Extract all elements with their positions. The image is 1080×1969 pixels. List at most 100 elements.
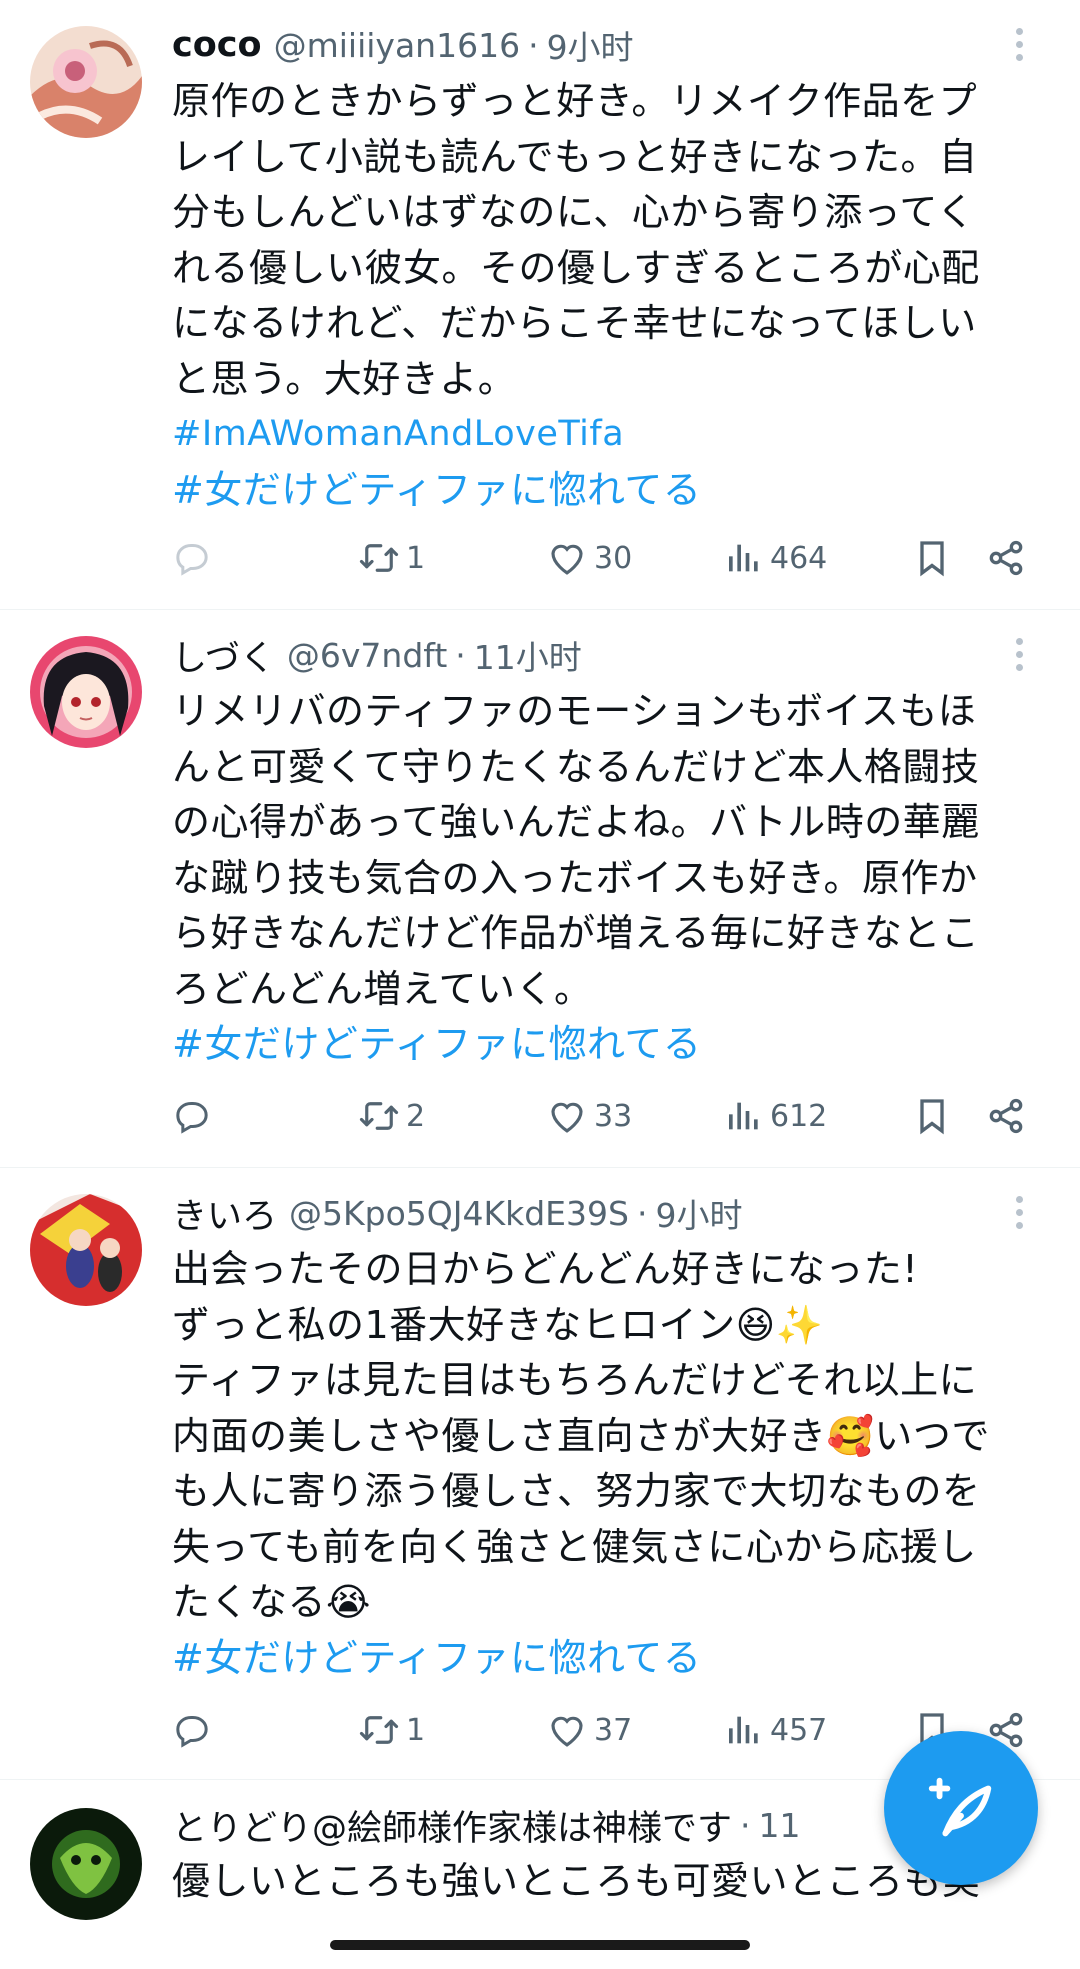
tweet-header: しづく @6v7ndft · 11小时 xyxy=(172,632,1032,679)
user-handle[interactable]: @5Kpo5QJ4KkdE39S xyxy=(289,1194,629,1233)
share-button[interactable] xyxy=(986,1096,1026,1136)
separator: · xyxy=(455,635,466,675)
avatar[interactable] xyxy=(30,1194,142,1306)
separator: · xyxy=(740,1805,751,1845)
like-count: 33 xyxy=(594,1098,633,1134)
share-button[interactable] xyxy=(986,538,1026,578)
share-icon xyxy=(989,1098,1023,1134)
share-icon xyxy=(989,540,1023,576)
tweet-text-line: んと可愛くて守りたくなるんだけど本人格闘技 xyxy=(172,744,980,789)
more-options-icon[interactable] xyxy=(1004,24,1034,64)
more-options-icon[interactable] xyxy=(1004,634,1034,674)
retweet-button[interactable]: 2 xyxy=(358,1095,425,1137)
tweet-text-line: リメリバのティファのモーションもボイスもほ xyxy=(172,689,977,733)
display-name[interactable]: しづく xyxy=(172,632,275,679)
tweet-text-line: ら好きなんだけど作品が増える毎に好きなとこ xyxy=(172,911,980,955)
tweet-text-line: な蹴り技も気合の入ったボイスも好き。原作か xyxy=(172,855,978,900)
views-icon xyxy=(729,1716,758,1744)
user-handle[interactable]: @6v7ndft xyxy=(287,636,447,675)
views-button[interactable]: 612 xyxy=(724,1096,827,1136)
heart-icon xyxy=(551,544,583,575)
tweet-text-line: も人に寄り添う優しさ、努力家で大切なものを xyxy=(172,1469,981,1513)
tweet-text-line: 失っても前を向く強さと健気さに心から応援し xyxy=(172,1524,977,1569)
view-count: 457 xyxy=(770,1712,828,1748)
timestamp[interactable]: 11小时 xyxy=(474,632,582,678)
separator: · xyxy=(528,25,539,65)
timestamp[interactable]: 11 xyxy=(759,1806,801,1845)
view-count: 464 xyxy=(770,540,828,576)
views-button[interactable]: 464 xyxy=(724,538,827,578)
tweet-text-line: れる優しい彼女。その優しすぎるところが心配 xyxy=(172,245,980,290)
compose-icon xyxy=(928,1777,992,1837)
tweet-text-line: ティファは見た目はもちろんだけどそれ以上に xyxy=(172,1358,978,1402)
retweet-button[interactable]: 1 xyxy=(358,537,425,579)
tweet[interactable]: きいろ @5Kpo5QJ4KkdE39S · 9小时 出会ったその日からどんどん… xyxy=(0,1168,1080,1780)
tweet-text-line: 原作のときからずっと好き。リメイク作品をプ xyxy=(172,79,978,123)
timestamp[interactable]: 9小时 xyxy=(655,1190,742,1236)
retweet-icon xyxy=(359,1716,399,1744)
compose-button[interactable] xyxy=(884,1731,1038,1885)
reply-icon xyxy=(176,1716,208,1748)
home-indicator[interactable] xyxy=(330,1940,750,1950)
retweet-icon xyxy=(359,1102,399,1130)
bookmark-icon xyxy=(920,1099,944,1135)
bookmark-icon xyxy=(920,541,944,577)
like-count: 37 xyxy=(594,1712,633,1748)
retweet-button[interactable]: 1 xyxy=(358,1709,425,1751)
tweet-header: coco @miiiiyan1616 · 9小时 xyxy=(172,22,1032,68)
tweet-actions: 1 30 464 xyxy=(172,528,1040,588)
like-count: 30 xyxy=(594,540,633,576)
reply-button[interactable] xyxy=(172,1710,218,1750)
retweet-count: 1 xyxy=(406,1712,426,1748)
views-button[interactable]: 457 xyxy=(724,1710,827,1750)
timestamp[interactable]: 9小时 xyxy=(547,22,634,68)
tweet-header: きいろ @5Kpo5QJ4KkdE39S · 9小时 xyxy=(172,1190,1032,1237)
separator: · xyxy=(636,1193,648,1233)
reply-icon xyxy=(176,1102,208,1134)
more-options-icon[interactable] xyxy=(1004,1192,1034,1232)
user-handle[interactable]: @miiiiyan1616 xyxy=(274,26,520,65)
retweet-count: 1 xyxy=(406,540,426,576)
tweet-text-line: の心得があって強いんだよね。バトル時の華麗 xyxy=(172,800,980,844)
tweet-text-line: たくなる😭 xyxy=(172,1580,371,1624)
reply-button[interactable] xyxy=(172,538,218,578)
like-button[interactable]: 30 xyxy=(546,537,632,579)
hashtag-link[interactable]: #女だけどティファに惚れてる xyxy=(172,1017,1032,1073)
bookmark-button[interactable] xyxy=(912,538,952,578)
heart-icon xyxy=(551,1102,583,1133)
tweet-text-line: 出会ったその日からどんどん好きになった! xyxy=(172,1247,919,1291)
like-button[interactable]: 37 xyxy=(546,1709,632,1751)
tweet-text-line: ずっと私の1番大好きなヒロイン😆✨ xyxy=(172,1302,824,1347)
views-icon xyxy=(729,544,758,572)
tweet-text-line: 分もしんどいはずなのに、心から寄り添ってく xyxy=(172,190,976,234)
heart-icon xyxy=(551,1716,583,1747)
timeline-feed: coco @miiiiyan1616 · 9小时 原作のときからずっと好き。リメ… xyxy=(0,0,1080,1969)
hashtag-link[interactable]: #女だけどティファに惚れてる xyxy=(172,1631,1032,1687)
tweet[interactable]: coco @miiiiyan1616 · 9小时 原作のときからずっと好き。リメ… xyxy=(0,0,1080,610)
reply-button[interactable] xyxy=(172,1096,218,1136)
tweet-actions: 2 33 612 xyxy=(172,1086,1040,1146)
tweet[interactable]: しづく @6v7ndft · 11小时 リメリバのティファのモーションもボイスも… xyxy=(0,610,1080,1168)
retweet-count: 2 xyxy=(406,1098,426,1134)
tweet-text-line: ろどんどん増えていく。 xyxy=(172,966,593,1011)
tweet-text: 出会ったその日からどんどん好きになった! ずっと私の1番大好きなヒロイン😆✨ テ… xyxy=(172,1242,1032,1686)
bookmark-button[interactable] xyxy=(912,1096,952,1136)
tweet-text: 原作のときからずっと好き。リメイク作品をプ レイして小説も読んでもっと好きになっ… xyxy=(172,74,1032,518)
tweet-text: リメリバのティファのモーションもボイスもほ んと可愛くて守りたくなるんだけど本人… xyxy=(172,684,1032,1073)
reply-icon xyxy=(176,544,208,576)
tweet-text-line: 内面の美しさや優しさ直向さが大好き🥰いつで xyxy=(172,1413,990,1458)
views-icon xyxy=(729,1102,758,1130)
like-button[interactable]: 33 xyxy=(546,1095,632,1137)
avatar[interactable] xyxy=(30,1808,142,1920)
avatar[interactable] xyxy=(30,636,142,748)
display-name[interactable]: とりどり@絵師様作家様は神様です xyxy=(172,1802,732,1849)
hashtag-link[interactable]: #女だけどティファに惚れてる xyxy=(172,463,1032,519)
hashtag-link[interactable]: #ImAWomanAndLoveTifa xyxy=(172,407,1032,463)
avatar[interactable] xyxy=(30,26,142,138)
display-name[interactable]: きいろ xyxy=(172,1190,277,1237)
tweet-text-line: と思う。大好きよ。 xyxy=(172,356,517,401)
display-name[interactable]: coco xyxy=(172,25,262,65)
retweet-icon xyxy=(359,544,399,572)
tweet-text-line: になるけれど、だからこそ幸せになってほしい xyxy=(172,301,977,345)
tweet-text-line: レイして小説も読んでもっと好きになった。自 xyxy=(172,134,978,179)
